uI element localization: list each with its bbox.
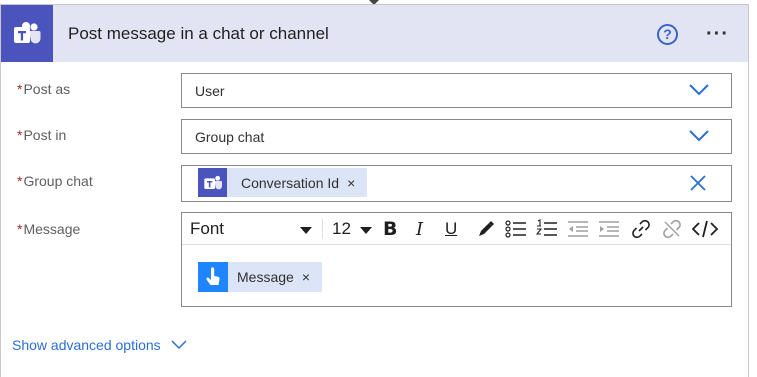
caret-down-icon [300,227,312,234]
font-value: Font [190,219,225,238]
message-token[interactable]: Message × [198,262,322,292]
token-remove-icon[interactable]: × [347,175,355,191]
group-chat-label-text: Group chat [23,173,93,189]
chevron-down-icon [171,340,187,350]
token-label: Conversation Id [241,174,340,191]
font-size-dropdown[interactable]: 12 [332,219,372,239]
required-marker: * [17,81,23,97]
teams-icon [198,168,227,197]
show-advanced-options-link[interactable]: Show advanced options [12,337,187,353]
bullet-list-icon[interactable] [505,219,527,239]
action-card: Post message in a chat or channel ? ··· … [0,4,749,377]
advanced-options-label: Show advanced options [12,337,161,353]
rich-text-toolbar: Font 12 B I U [182,213,731,245]
italic-button[interactable]: I [416,219,423,240]
code-view-icon[interactable] [692,219,718,239]
conversation-id-token[interactable]: Conversation Id × [198,168,368,197]
message-editor[interactable]: Font 12 B I U Message × [181,212,732,307]
link-icon[interactable] [631,219,651,239]
caret-down-icon [360,227,372,234]
post-as-label: *Post as [17,81,70,97]
numbered-list-icon[interactable] [536,219,558,239]
teams-icon [1,5,53,62]
chevron-down-icon[interactable] [689,130,709,142]
action-header[interactable]: Post message in a chat or channel ? ··· [1,5,748,62]
post-as-label-text: Post as [23,81,71,97]
underline-button[interactable]: U [445,219,457,239]
group-chat-input[interactable]: Conversation Id × [181,165,732,202]
manual-trigger-icon [198,262,228,292]
font-dropdown[interactable]: Font [190,219,312,239]
action-title: Post message in a chat or channel [68,24,329,43]
more-options-icon[interactable]: ··· [706,23,729,46]
group-chat-label: *Group chat [17,173,93,189]
required-marker: * [17,221,23,237]
increase-indent-icon[interactable] [598,219,620,239]
token-label: Message [237,269,294,285]
post-in-value: Group chat [195,129,265,145]
unlink-icon[interactable] [662,219,682,239]
message-label-text: Message [23,221,81,237]
decrease-indent-icon[interactable] [567,219,589,239]
post-in-dropdown[interactable]: Group chat [181,119,732,154]
font-size-value: 12 [332,219,351,238]
required-marker: * [17,173,23,189]
required-marker: * [17,127,23,143]
clear-icon[interactable] [689,174,707,192]
highlight-pen-icon[interactable] [476,219,496,239]
post-in-label: *Post in [17,127,66,143]
question-circle-icon[interactable]: ? [657,24,678,45]
post-in-label-text: Post in [23,127,67,143]
message-label: *Message [17,221,80,237]
chevron-down-icon[interactable] [689,84,709,96]
bold-button[interactable]: B [383,218,397,240]
post-as-dropdown[interactable]: User [181,73,732,108]
token-remove-icon[interactable]: × [302,269,310,285]
toolbar-divider [322,219,323,239]
post-as-value: User [195,83,225,99]
